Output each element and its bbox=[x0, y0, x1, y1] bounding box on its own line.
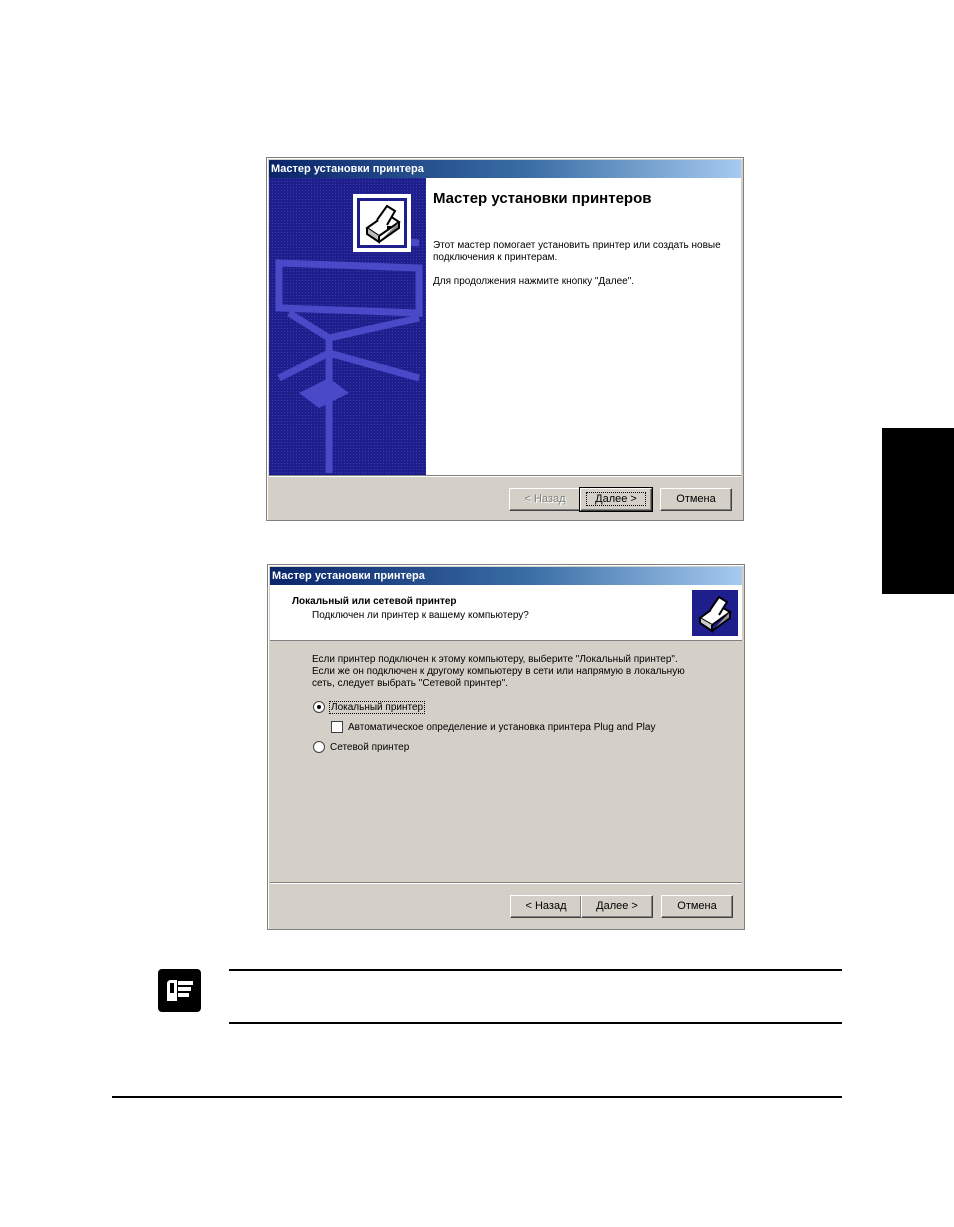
divider bbox=[269, 475, 741, 477]
note-bottom-rule bbox=[229, 1022, 842, 1024]
checkbox-icon bbox=[331, 721, 343, 733]
cancel-button[interactable]: Отмена bbox=[661, 895, 733, 918]
next-button-label: Далее > bbox=[586, 492, 646, 506]
radio-unchecked-icon bbox=[313, 741, 325, 753]
instruction-line-3: сеть, следует выбрать "Сетевой принтер". bbox=[312, 678, 508, 689]
window-title: Мастер установки принтера bbox=[269, 160, 741, 178]
chapter-tab bbox=[882, 428, 954, 594]
cancel-button[interactable]: Отмена bbox=[660, 488, 732, 511]
header-title: Локальный или сетевой принтер bbox=[292, 596, 457, 607]
pointing-hand-icon bbox=[158, 969, 201, 1012]
radio-network-printer[interactable]: Сетевой принтер bbox=[313, 740, 409, 754]
wizard-banner bbox=[269, 178, 426, 475]
instruction-line-2: Если же он подключен к другому компьютер… bbox=[312, 666, 685, 677]
welcome-heading: Мастер установки принтеров bbox=[433, 190, 652, 207]
printer-icon bbox=[692, 590, 738, 636]
header-panel: Локальный или сетевой принтер Подключен … bbox=[270, 585, 742, 641]
local-or-network-dialog: Мастер установки принтера Локальный или … bbox=[267, 564, 745, 930]
checkbox-plug-and-play[interactable]: Автоматическое определение и установка п… bbox=[331, 720, 655, 734]
welcome-description: Этот мастер помогает установить принтер … bbox=[433, 240, 721, 263]
checkbox-plug-and-play-label: Автоматическое определение и установка п… bbox=[348, 721, 656, 733]
welcome-content: Мастер установки принтеров Этот мастер п… bbox=[426, 178, 741, 475]
next-button[interactable]: Далее > bbox=[579, 487, 653, 512]
next-button[interactable]: Далее > bbox=[581, 895, 653, 918]
radio-local-printer[interactable]: Локальный принтер bbox=[313, 700, 426, 714]
printer-icon bbox=[353, 194, 411, 252]
instruction-line-1: Если принтер подключен к этому компьютер… bbox=[312, 654, 678, 665]
header-subtitle: Подключен ли принтер к вашему компьютеру… bbox=[312, 610, 529, 621]
back-button[interactable]: < Назад bbox=[509, 488, 581, 511]
footer-rule bbox=[112, 1096, 842, 1098]
note-top-rule bbox=[229, 969, 842, 971]
radio-local-label: Локальный принтер bbox=[329, 700, 426, 714]
radio-checked-icon bbox=[313, 701, 325, 713]
divider bbox=[270, 882, 742, 884]
radio-network-label: Сетевой принтер bbox=[330, 741, 410, 753]
wizard-welcome-dialog: Мастер установки принтера Мастер установ… bbox=[266, 157, 744, 521]
back-button[interactable]: < Назад bbox=[510, 895, 582, 918]
window-title: Мастер установки принтера bbox=[270, 567, 742, 585]
welcome-instruction: Для продолжения нажмите кнопку "Далее". bbox=[433, 276, 635, 287]
